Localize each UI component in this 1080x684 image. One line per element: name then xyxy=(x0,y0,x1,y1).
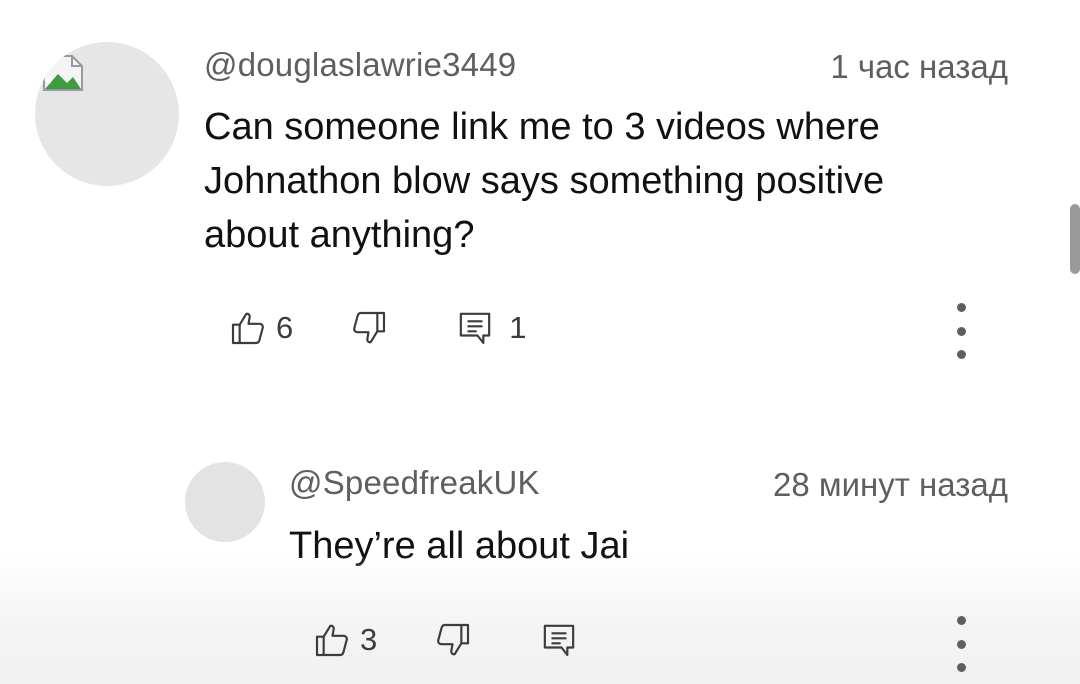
bottom-fade xyxy=(0,554,1080,684)
dislike-button[interactable] xyxy=(349,308,389,348)
avatar[interactable] xyxy=(35,42,179,186)
comment-text-line: Can someone link me to 3 videos where xyxy=(204,106,880,148)
like-button[interactable]: 3 xyxy=(312,620,377,660)
like-button[interactable]: 6 xyxy=(228,308,293,348)
comment-author[interactable]: @douglaslawrie3449 xyxy=(204,46,516,84)
comment-text: Can someone link me to 3 videos where Jo… xyxy=(204,100,1024,262)
comment-actions: 6 1 xyxy=(228,308,527,348)
more-dot xyxy=(956,326,966,336)
more-dot xyxy=(956,350,966,359)
more-options-button[interactable] xyxy=(946,616,976,672)
more-dot xyxy=(956,639,966,649)
reply-button[interactable]: 1 xyxy=(455,308,527,348)
comment-text-line: Johnathon blow says something positive xyxy=(204,160,885,202)
reply-count: 1 xyxy=(509,310,527,345)
comment-timestamp[interactable]: 28 минут назад xyxy=(773,466,1008,504)
dislike-button[interactable] xyxy=(433,620,473,660)
comment-author[interactable]: @SpeedfreakUK xyxy=(289,464,540,502)
avatar[interactable] xyxy=(185,462,265,542)
more-options-button[interactable] xyxy=(946,303,976,359)
comment-text: They’re all about Jai xyxy=(289,519,1009,573)
broken-image-icon xyxy=(43,55,83,91)
scrollbar[interactable] xyxy=(1070,204,1080,274)
thumbs-up-icon xyxy=(315,624,348,657)
comment-timestamp[interactable]: 1 час назад xyxy=(830,48,1008,86)
like-count: 6 xyxy=(276,310,294,345)
comment-text-line: They’re all about Jai xyxy=(289,525,630,567)
comment-text-line: about anything? xyxy=(204,214,475,256)
more-vertical-icon xyxy=(956,303,966,312)
thumbs-down-icon xyxy=(353,311,386,344)
reply-comment-icon xyxy=(460,312,491,345)
reply-comment-icon xyxy=(544,624,575,657)
comments-view: @douglaslawrie3449 1 час назад Can someo… xyxy=(0,0,1080,684)
like-count: 3 xyxy=(360,622,378,657)
thumbs-down-icon xyxy=(437,623,470,656)
more-vertical-icon xyxy=(956,616,966,625)
more-dot xyxy=(956,663,966,672)
reply-button[interactable] xyxy=(539,620,579,660)
comment-actions: 3 xyxy=(312,620,579,660)
thumbs-up-icon xyxy=(231,312,264,345)
